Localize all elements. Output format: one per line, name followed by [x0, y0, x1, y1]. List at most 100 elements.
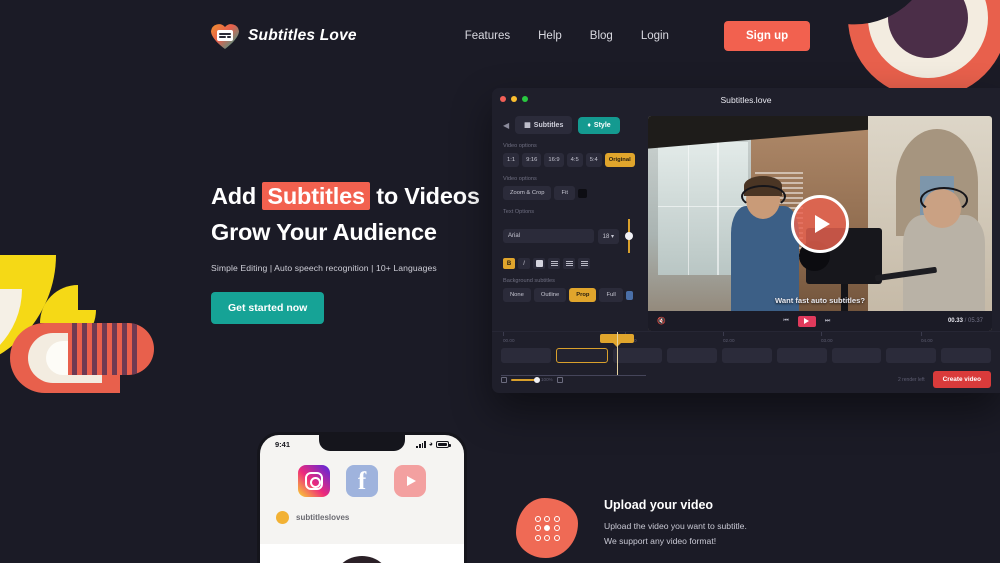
editor-sidebar: ◀ ▦ Subtitles ♦ Style Video options 1:1 … [492, 112, 642, 331]
aspect-16-9[interactable]: 16:9 [544, 153, 564, 167]
brush-icon: ♦ [587, 121, 591, 129]
time-display: 00.33 / 05.37 [947, 318, 983, 324]
signup-button[interactable]: Sign up [723, 21, 811, 51]
aspect-4-5[interactable]: 4:5 [566, 153, 583, 167]
get-started-button[interactable]: Get started now [211, 292, 325, 324]
social-app-icons: f [260, 465, 464, 497]
video-options2-label: Video options [503, 176, 537, 182]
create-video-button[interactable]: Create video [932, 371, 991, 388]
chevron-left-icon[interactable]: ◀ [503, 121, 509, 130]
font-size-select[interactable]: 18 ▾ [597, 228, 619, 244]
nav-item-login[interactable]: Login [641, 30, 669, 42]
zoom-control[interactable]: 100% [501, 376, 563, 383]
brand-name: Subtitles Love [248, 27, 357, 44]
landing-page: Subtitles Love Features Help Blog Login … [0, 0, 1000, 563]
timeline-clip[interactable] [941, 348, 992, 363]
aspect-5-4[interactable]: 5:4 [585, 153, 602, 167]
window-title: Subtitles.love [720, 95, 772, 105]
tick-label-3: 03.00 [821, 338, 833, 343]
feature-title: Upload your video [604, 498, 714, 512]
wifi-icon: ◕ [428, 441, 433, 448]
skip-back-icon[interactable]: ⏮ [783, 318, 788, 325]
color-swatch[interactable] [577, 188, 587, 198]
play-circle-icon[interactable] [791, 194, 849, 253]
phone-notch [319, 435, 405, 451]
align-center-button[interactable] [563, 258, 575, 269]
background-subtitles-label: Background subtitles [503, 278, 555, 284]
upload-dots-icon [516, 498, 578, 558]
hero-line2: Grow Your Audience [211, 219, 437, 245]
window-titlebar: Subtitles.love [492, 88, 1000, 112]
align-right-button[interactable] [578, 258, 590, 269]
timeline-clip[interactable] [722, 348, 772, 363]
timeline-clip-selected[interactable] [555, 348, 608, 363]
feature-line2: We support any video format! [604, 536, 717, 546]
hero-heading: Add Subtitles to Videos Grow Your Audien… [211, 178, 511, 250]
zoom-out-icon[interactable] [501, 376, 507, 383]
timeline-ruler[interactable]: 00.00 01.00 02.00 03.00 04.00 [501, 332, 991, 376]
maximize-icon[interactable] [522, 96, 528, 102]
fit-options-group: Zoom & Crop Fit [503, 186, 633, 200]
nav-item-help[interactable]: Help [538, 30, 562, 42]
timeline-clip[interactable] [501, 348, 551, 363]
bg-full[interactable]: Full [599, 288, 623, 302]
hero-line1-prefix: Add [211, 183, 263, 209]
battery-icon [436, 441, 451, 448]
tab-subtitles[interactable]: ▦ Subtitles [515, 116, 573, 134]
status-time: 9:41 [275, 440, 291, 449]
italic-button[interactable]: I [518, 258, 530, 269]
brand-logo[interactable]: Subtitles Love [211, 23, 357, 49]
signal-bars-icon [416, 441, 426, 448]
zoom-in-icon[interactable] [556, 376, 563, 383]
font-family-select[interactable]: Arial [503, 229, 594, 243]
bg-prop[interactable]: Prop [569, 288, 597, 302]
editor-tabs: ◀ ▦ Subtitles ♦ Style [503, 116, 633, 134]
nav-item-features[interactable]: Features [465, 30, 510, 42]
text-format-buttons: B I [503, 258, 633, 269]
phone-user-row: subtitlesloves [260, 497, 464, 524]
text-color-button[interactable] [533, 258, 545, 269]
video-player[interactable]: Want fast auto subtitles? 🔇 ⏮ ⏭ 00.33 / … [648, 116, 992, 331]
fit-fit[interactable]: Fit [554, 186, 575, 200]
timeline-clip[interactable] [831, 348, 882, 363]
bg-outline[interactable]: Outline [533, 288, 567, 302]
window-controls[interactable] [500, 96, 528, 102]
align-left-button[interactable] [548, 258, 560, 269]
aspect-original[interactable]: Original [604, 153, 635, 167]
editor-body: ◀ ▦ Subtitles ♦ Style Video options 1:1 … [492, 112, 1000, 331]
player-controls: 🔇 ⏮ ⏭ 00.33 / 05.37 [648, 311, 992, 331]
facebook-icon[interactable]: f [346, 465, 378, 497]
text-options-label: Text Options [503, 209, 535, 215]
timeline-clips [501, 348, 992, 363]
skip-forward-icon[interactable]: ⏭ [825, 318, 830, 325]
timeline-clip[interactable] [667, 348, 718, 363]
hero-highlight-word: Subtitles [262, 182, 370, 210]
instagram-icon[interactable] [298, 465, 330, 497]
tab-style-label: Style [593, 121, 611, 129]
tick-label-4: 04.00 [921, 338, 933, 343]
minimize-icon[interactable] [511, 96, 517, 102]
youtube-icon[interactable] [394, 465, 426, 497]
timeline-clip[interactable] [612, 348, 663, 363]
bold-button[interactable]: B [503, 258, 515, 269]
nav-item-blog[interactable]: Blog [590, 30, 613, 42]
close-icon[interactable] [500, 96, 506, 102]
timeline-clip[interactable] [776, 348, 827, 363]
fit-zoom-crop[interactable]: Zoom & Crop [503, 186, 552, 200]
aspect-1-1[interactable]: 1:1 [503, 153, 520, 167]
opacity-slider[interactable] [625, 219, 633, 253]
phone-username: subtitlesloves [296, 513, 350, 522]
renders-left-label: 2 render left [897, 376, 925, 383]
tab-subtitles-label: Subtitles [533, 121, 564, 129]
play-icon[interactable] [797, 315, 816, 327]
tick-label-2: 02.00 [723, 338, 735, 343]
aspect-9-16[interactable]: 9:16 [522, 153, 542, 167]
bg-none[interactable]: None [503, 288, 531, 302]
zoom-level: 100% [541, 377, 553, 382]
tab-style[interactable]: ♦ Style [578, 116, 620, 134]
bg-color-swatch[interactable] [625, 290, 633, 300]
timeline-clip[interactable] [886, 348, 937, 363]
mute-icon[interactable]: 🔇 [657, 317, 666, 325]
timeline[interactable]: 00.00 01.00 02.00 03.00 04.00 [492, 331, 1000, 393]
hero-line1-suffix: to Videos [369, 183, 480, 209]
